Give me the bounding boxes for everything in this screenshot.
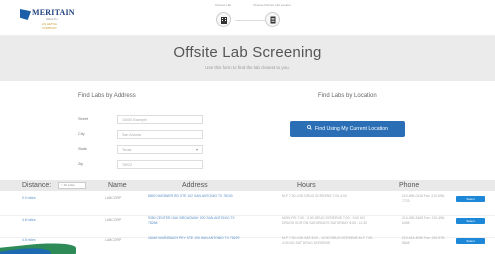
logo-flag-icon bbox=[20, 9, 31, 20]
select-button[interactable]: Select bbox=[456, 218, 485, 224]
building-icon bbox=[215, 12, 231, 27]
state-label: State bbox=[78, 147, 87, 151]
row-hours: M-F 7:00-4:30 SAT 8:00 - 12:00 DRUG SCRE… bbox=[282, 236, 374, 245]
logo-tagline: AN AETNA COMPANY bbox=[42, 22, 57, 30]
page-title: Offsite Lab Screening bbox=[173, 44, 322, 61]
search-icon bbox=[307, 121, 312, 137]
hero-banner: Offsite Lab Screening Use this form to f… bbox=[0, 36, 495, 81]
row-distance: 4.8 miles bbox=[22, 218, 36, 222]
meritain-logo[interactable]: MERITAIN HEALTH AN AETNA COMPANY bbox=[20, 7, 75, 30]
state-select[interactable]: Texas ▾ bbox=[117, 145, 203, 154]
row-distance: 4.8 miles bbox=[22, 238, 36, 242]
row-address-link[interactable]: 9350 CENTER OAK BROADWAY 200 SAN ANTONIO… bbox=[148, 216, 240, 225]
select-button[interactable]: Select bbox=[456, 238, 485, 244]
zip-input[interactable]: 78023 bbox=[117, 160, 203, 169]
distance-header: Distance: bbox=[22, 182, 52, 189]
current-location-label: Find Using My Current Location bbox=[315, 126, 388, 132]
city-label: City bbox=[78, 132, 85, 136]
row-distance: 0.0 miles bbox=[22, 196, 36, 200]
row-hours: M-F 7:00-4:30 DRUG SCREENS 7:00-4:00 bbox=[282, 194, 347, 198]
row-phone: 210-614-5030 Fax: 210-975-5848 bbox=[402, 236, 446, 245]
address-header: Address bbox=[182, 182, 208, 189]
row-name: LABCORP bbox=[105, 218, 122, 222]
row-name: LABCORP bbox=[105, 196, 122, 200]
table-row: 0.0 miles LABCORP 8800 HUEBNER RD STE 10… bbox=[0, 192, 495, 216]
step-label: Choose Partner Lab Locator bbox=[253, 3, 291, 7]
row-address-link[interactable]: 15449 WURZBACH PKY STE 100 SAN ANTONIO T… bbox=[148, 236, 240, 241]
row-hours: MON-FRI 7:00 - 3:30 DRUG SCREENS 7:00 - … bbox=[282, 216, 368, 225]
logo-text: MERITAIN bbox=[32, 8, 75, 17]
find-by-address-title: Find Labs by Address bbox=[78, 93, 136, 99]
city-input[interactable]: San Antonio bbox=[117, 130, 203, 139]
step-partner-lab[interactable]: Choose Partner Lab Locator bbox=[252, 3, 292, 27]
zip-label: Zip bbox=[78, 162, 84, 166]
top-bar: MERITAIN HEALTH AN AETNA COMPANY Choose … bbox=[0, 0, 495, 36]
row-name: LABCORP bbox=[105, 238, 122, 242]
row-address-link[interactable]: 8800 HUEBNER RD STE 102 SAN ANTONIO TX 7… bbox=[148, 194, 240, 199]
row-phone: 210-696-0118 Fax: 210-696-7723 bbox=[402, 194, 445, 203]
distance-select[interactable]: < 10 miles bbox=[58, 182, 86, 189]
current-location-button[interactable]: Find Using My Current Location bbox=[290, 121, 405, 137]
select-button[interactable]: Select bbox=[456, 196, 485, 202]
find-by-location-title: Find Labs by Location bbox=[318, 93, 377, 99]
hours-header: Hours bbox=[297, 182, 316, 189]
step-choose-lab[interactable]: Choose Lab bbox=[203, 3, 243, 27]
row-phone: 210-496-5169 Fax: 210-496-6458 bbox=[402, 216, 446, 225]
state-value: Texas bbox=[122, 148, 132, 152]
distance-select-value: < 10 miles bbox=[61, 183, 75, 187]
name-header: Name bbox=[108, 182, 127, 189]
results-table-header: Distance: < 10 miles Name Address Hours … bbox=[0, 180, 495, 191]
chevron-down-icon: ▾ bbox=[195, 147, 198, 152]
phone-header: Phone bbox=[399, 182, 420, 189]
logo-sub: HEALTH bbox=[46, 17, 58, 21]
street-label: Street bbox=[78, 117, 89, 121]
street-input[interactable]: 10000 Example bbox=[117, 115, 203, 124]
document-icon bbox=[264, 12, 280, 27]
step-label: Choose Lab bbox=[214, 3, 232, 7]
page-subtitle: Use this form to find the lab closest to… bbox=[205, 65, 290, 70]
